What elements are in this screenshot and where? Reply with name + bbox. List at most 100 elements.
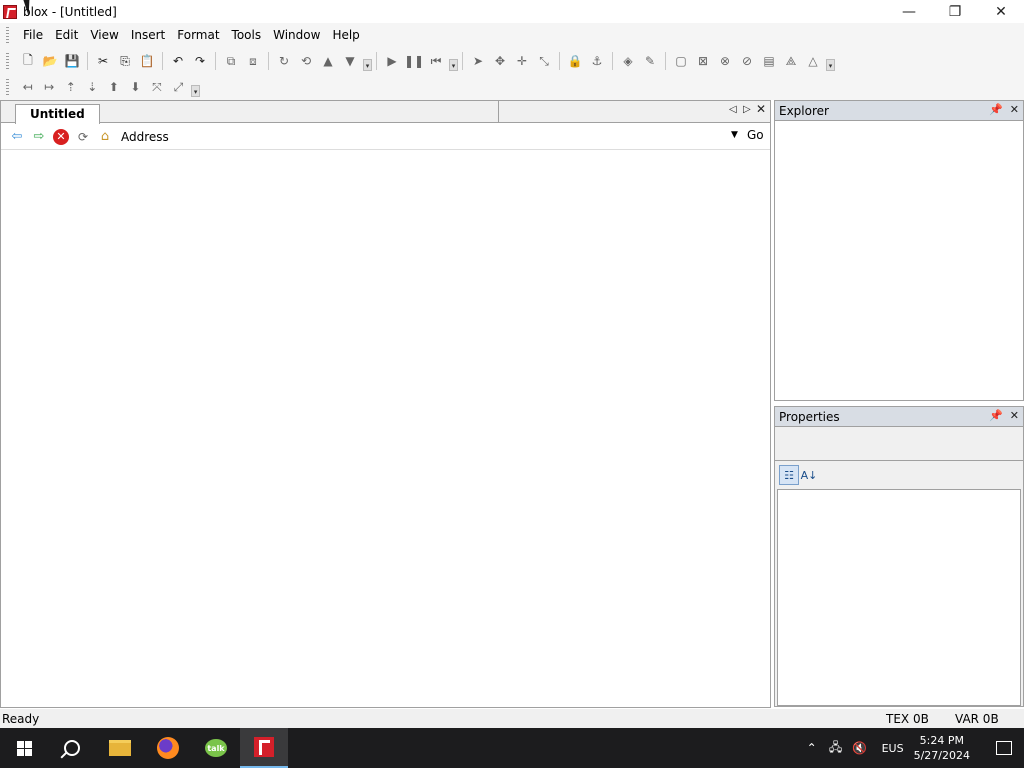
motor-icon[interactable]: ⊘: [737, 51, 757, 71]
window-controls: — ❐ ✕: [886, 0, 1024, 23]
tab-scroll-left-icon[interactable]: ◁: [729, 104, 737, 115]
firefox-icon: [157, 737, 179, 759]
pause-icon[interactable]: ❚❚: [404, 51, 424, 71]
main-toolbar: 🗋 📂 💾 ✂ ⎘ 📋 ↶ ↷ ⧉ ⧈ ↻ ⟲ ▲ ▼ ▾ ▶ ❚❚ ⏮ ▾ ➤…: [0, 48, 836, 74]
forward-icon[interactable]: ⇨: [29, 127, 49, 147]
network-icon[interactable]: 🖧: [824, 738, 848, 759]
volume-muted-icon[interactable]: 🔇: [848, 741, 872, 755]
toolbar-overflow-dropdown[interactable]: ▾: [826, 59, 835, 71]
glue-icon[interactable]: ▤: [759, 51, 779, 71]
move-icon[interactable]: ✛: [512, 51, 532, 71]
paint-icon[interactable]: ✎: [640, 51, 660, 71]
move-down-icon[interactable]: ▼: [340, 51, 360, 71]
inlet-icon[interactable]: △: [803, 51, 823, 71]
tray-overflow-icon[interactable]: ⌃: [800, 741, 824, 755]
tab-untitled[interactable]: Untitled: [15, 104, 100, 124]
input-language[interactable]: EUS: [882, 742, 904, 755]
hinge-icon[interactable]: ⊗: [715, 51, 735, 71]
notification-button[interactable]: [984, 741, 1024, 755]
play-icon[interactable]: ▶: [382, 51, 402, 71]
open-icon[interactable]: 📂: [40, 51, 60, 71]
go-button[interactable]: Go: [747, 128, 764, 142]
properties-object-selector[interactable]: [775, 427, 1023, 461]
explorer-close-icon[interactable]: ✕: [1010, 103, 1019, 116]
categorized-icon[interactable]: ☷: [779, 465, 799, 485]
explorer-pin-icon[interactable]: 📌: [989, 103, 1003, 116]
clock-date: 5/27/2024: [913, 749, 970, 762]
cut-icon[interactable]: ✂: [93, 51, 113, 71]
firefox-button[interactable]: [144, 728, 192, 768]
roblox-taskbar-button[interactable]: [240, 728, 288, 768]
fill-icon[interactable]: ◈: [618, 51, 638, 71]
paste-icon[interactable]: 📋: [137, 51, 157, 71]
menu-view[interactable]: View: [84, 23, 124, 47]
stop-icon[interactable]: ✕: [53, 128, 69, 145]
select-icon[interactable]: ➤: [468, 51, 488, 71]
toolbar-grip[interactable]: [6, 53, 9, 69]
notification-icon: [996, 741, 1012, 755]
rotate-icon[interactable]: ↻: [274, 51, 294, 71]
address-input[interactable]: [171, 127, 727, 147]
back-icon[interactable]: ⇦: [7, 127, 27, 147]
axis-down-icon[interactable]: ⇣: [83, 77, 103, 97]
maximize-button[interactable]: ❐: [932, 0, 978, 23]
properties-panel: Properties 📌 ✕ ☷ A↓: [774, 406, 1024, 707]
axis-right-icon[interactable]: ↦: [39, 77, 59, 97]
document-canvas[interactable]: [1, 151, 770, 707]
tilt-icon[interactable]: ⟲: [296, 51, 316, 71]
talk-icon: talk: [205, 739, 227, 757]
undo-icon[interactable]: ↶: [168, 51, 188, 71]
secondary-toolbar: ↤ ↦ ⇡ ⇣ ⬆ ⬇ ⤧ ⤢ ▾: [0, 74, 200, 100]
axis-left-icon[interactable]: ↤: [18, 77, 38, 97]
close-button[interactable]: ✕: [978, 0, 1024, 23]
part-icon[interactable]: ▢: [671, 51, 691, 71]
clock[interactable]: 5:24 PM 5/27/2024: [914, 733, 970, 763]
minimize-button[interactable]: —: [886, 0, 932, 23]
lower-icon[interactable]: ⬇: [126, 77, 146, 97]
menu-help[interactable]: Help: [326, 23, 365, 47]
home-icon[interactable]: ⌂: [95, 127, 115, 147]
toolbar-grip[interactable]: [6, 79, 9, 95]
weld-icon[interactable]: ⊠: [693, 51, 713, 71]
menu-format[interactable]: Format: [171, 23, 225, 47]
toolbar-overflow-dropdown[interactable]: ▾: [191, 85, 200, 97]
toolbar-overflow-dropdown[interactable]: ▾: [449, 59, 458, 71]
raise-icon[interactable]: ⬆: [104, 77, 124, 97]
lock-icon[interactable]: 🔒: [565, 51, 585, 71]
redo-icon[interactable]: ↷: [190, 51, 210, 71]
menu-insert[interactable]: Insert: [125, 23, 171, 47]
properties-grid[interactable]: [777, 489, 1021, 706]
ungroup-icon[interactable]: ⧈: [243, 51, 263, 71]
file-explorer-button[interactable]: [96, 728, 144, 768]
move-up-icon[interactable]: ▲: [318, 51, 338, 71]
menu-grip[interactable]: [6, 27, 9, 43]
axis-up-icon[interactable]: ⇡: [61, 77, 81, 97]
toolbar-overflow-dropdown[interactable]: ▾: [363, 59, 372, 71]
search-button[interactable]: [48, 728, 96, 768]
toolbar-separator: [268, 52, 269, 70]
group-icon[interactable]: ⧉: [221, 51, 241, 71]
address-dropdown-icon[interactable]: ▼: [731, 130, 738, 140]
talk-button[interactable]: talk: [192, 728, 240, 768]
menu-window[interactable]: Window: [267, 23, 326, 47]
save-icon[interactable]: 💾: [62, 51, 82, 71]
menu-file[interactable]: File: [17, 23, 49, 47]
tab-scroll-right-icon[interactable]: ▷: [743, 104, 751, 115]
menu-edit[interactable]: Edit: [49, 23, 84, 47]
menu-tools[interactable]: Tools: [226, 23, 268, 47]
drag-icon[interactable]: ✥: [490, 51, 510, 71]
alphabetical-sort-icon[interactable]: A↓: [799, 465, 819, 485]
studs-icon[interactable]: ⟁: [781, 51, 801, 71]
anchor-icon[interactable]: ⚓: [587, 51, 607, 71]
properties-pin-icon[interactable]: 📌: [989, 409, 1003, 422]
new-icon[interactable]: 🗋: [18, 51, 38, 71]
reset-icon[interactable]: ⏮: [426, 51, 446, 71]
zoom-out-icon[interactable]: ⤢: [169, 77, 189, 97]
tab-close-icon[interactable]: ✕: [756, 102, 766, 116]
resize-icon[interactable]: ⤡: [534, 51, 554, 71]
zoom-in-icon[interactable]: ⤧: [147, 77, 167, 97]
start-button[interactable]: [0, 728, 48, 768]
refresh-icon[interactable]: ⟳: [73, 127, 93, 147]
copy-icon[interactable]: ⎘: [115, 51, 135, 71]
properties-close-icon[interactable]: ✕: [1010, 409, 1019, 422]
